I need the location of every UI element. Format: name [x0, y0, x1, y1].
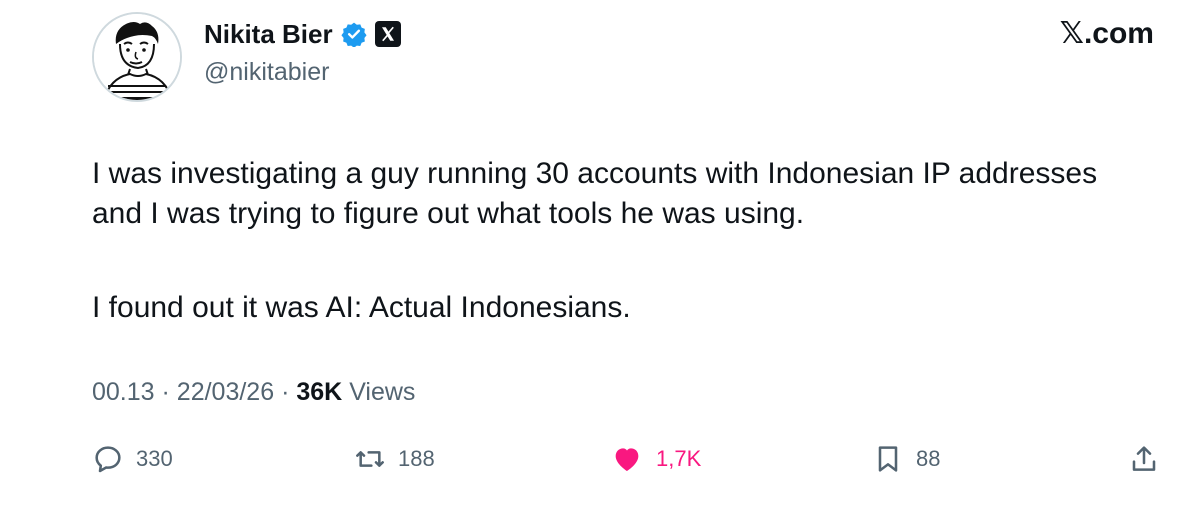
share-button[interactable] [1128, 441, 1160, 477]
views-count: 36K [296, 378, 343, 406]
repost-button[interactable]: 188 [354, 441, 435, 477]
post-meta: 00.13 · 22/03/26 · 36K Views [92, 374, 415, 410]
meta-separator: · [281, 378, 290, 406]
post-time[interactable]: 00.13 [92, 378, 155, 406]
like-button[interactable]: 1,7K [610, 441, 701, 477]
views-label: Views [349, 378, 416, 406]
repost-icon [356, 451, 384, 467]
bookmark-count: 88 [916, 446, 941, 471]
bookmark-icon [878, 446, 898, 472]
repost-count: 188 [398, 446, 435, 471]
site-label: 𝕏.com [1059, 17, 1154, 50]
meta-separator: · [161, 378, 170, 406]
post-text-paragraph-1: I was investigating a guy running 30 acc… [92, 157, 1098, 230]
post-date[interactable]: 22/03/26 [177, 378, 274, 406]
verified-badge-icon [341, 21, 367, 48]
author-row: Nikita Bier [204, 16, 401, 52]
heart-icon [615, 448, 639, 471]
share-icon [1132, 446, 1156, 471]
like-count: 1,7K [656, 446, 702, 471]
x-affiliate-icon [374, 21, 401, 47]
reply-icon [95, 446, 121, 473]
reply-button[interactable]: 330 [92, 441, 173, 477]
post-text-paragraph-2: I found out it was AI: Actual Indonesian… [92, 291, 631, 324]
author-name[interactable]: Nikita Bier [204, 16, 333, 52]
author-handle[interactable]: @nikitabier [204, 56, 329, 88]
avatar-illustration [94, 14, 180, 100]
reply-count: 330 [136, 446, 173, 471]
bookmark-button[interactable]: 88 [872, 441, 940, 477]
avatar[interactable] [92, 12, 182, 102]
